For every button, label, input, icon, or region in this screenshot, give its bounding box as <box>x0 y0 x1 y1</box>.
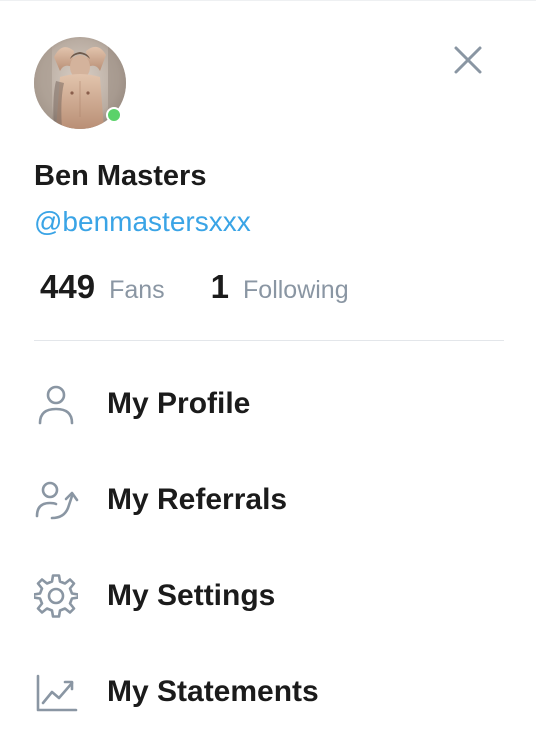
following-stat[interactable]: 1 Following <box>211 268 349 306</box>
chart-line-icon <box>34 668 82 716</box>
section-divider <box>34 340 504 341</box>
avatar[interactable] <box>34 37 126 129</box>
following-count: 1 <box>210 268 230 305</box>
follower-stats: 449 Fans 1 Following <box>40 268 349 306</box>
menu-item-label: My Settings <box>107 579 276 612</box>
menu-item-my-settings[interactable]: My Settings <box>34 548 504 644</box>
fans-label: Fans <box>109 276 165 304</box>
menu-item-label: My Referrals <box>107 483 288 516</box>
following-label: Following <box>243 276 349 304</box>
menu-item-my-profile[interactable]: My Profile <box>34 356 504 452</box>
menu-item-label: My Profile <box>107 387 251 420</box>
menu-item-my-referrals[interactable]: My Referrals <box>34 452 504 548</box>
display-name: Ben Masters <box>34 160 207 192</box>
account-menu: My Profile My Referrals My Settings My S… <box>34 356 504 740</box>
fans-stat[interactable]: 449 Fans <box>40 268 165 306</box>
username-link[interactable]: @benmastersxxx <box>34 206 251 238</box>
top-divider <box>0 0 536 1</box>
referrals-icon <box>34 476 82 524</box>
online-status-dot <box>106 107 122 123</box>
close-button[interactable] <box>448 40 488 80</box>
gear-icon <box>34 572 82 620</box>
menu-item-label: My Statements <box>107 675 319 708</box>
fans-count: 449 <box>40 268 96 305</box>
menu-item-my-statements[interactable]: My Statements <box>34 644 504 740</box>
close-icon <box>454 46 482 74</box>
user-icon <box>34 380 82 428</box>
